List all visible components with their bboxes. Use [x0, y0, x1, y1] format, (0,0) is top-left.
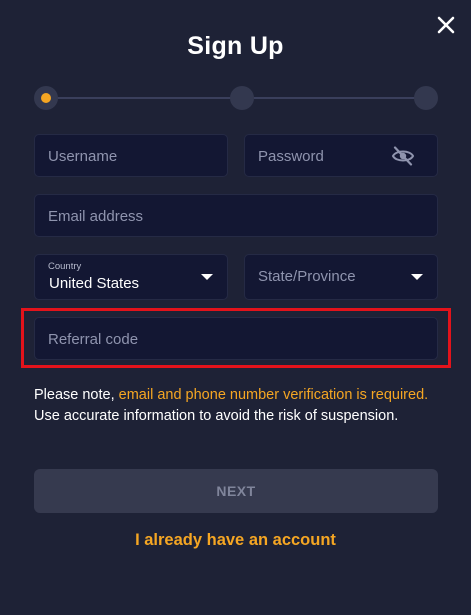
page-title: Sign Up — [187, 32, 284, 60]
country-value: United States — [49, 275, 140, 292]
password-field[interactable]: Password — [244, 134, 438, 177]
step-2-indicator — [230, 86, 254, 110]
next-button[interactable]: NEXT — [34, 469, 438, 513]
stepper-line — [56, 97, 232, 99]
state-select[interactable]: State/Province — [244, 254, 438, 300]
username-placeholder: Username — [48, 148, 118, 165]
eye-off-icon[interactable] — [391, 146, 415, 166]
chevron-down-icon — [411, 274, 423, 280]
country-label: Country — [48, 261, 82, 272]
password-placeholder: Password — [258, 148, 324, 165]
chevron-down-icon — [201, 274, 213, 280]
notice-suffix: Use accurate information to avoid the ri… — [34, 408, 399, 424]
notice-prefix: Please note, — [34, 387, 119, 403]
email-field[interactable]: Email address — [34, 194, 438, 237]
email-placeholder: Email address — [48, 208, 144, 225]
highlight-box — [21, 308, 451, 368]
stepper-line — [254, 97, 416, 99]
country-select[interactable]: Country United States — [34, 254, 228, 300]
state-placeholder: State/Province — [258, 268, 356, 285]
verification-notice: Please note, email and phone number veri… — [34, 385, 438, 427]
login-link[interactable]: I already have an account — [0, 531, 471, 550]
notice-highlight: email and phone number verification is r… — [118, 387, 429, 403]
step-3-indicator — [414, 86, 438, 110]
step-1-indicator — [34, 86, 58, 110]
username-field[interactable]: Username — [34, 134, 228, 177]
progress-stepper — [34, 86, 438, 110]
